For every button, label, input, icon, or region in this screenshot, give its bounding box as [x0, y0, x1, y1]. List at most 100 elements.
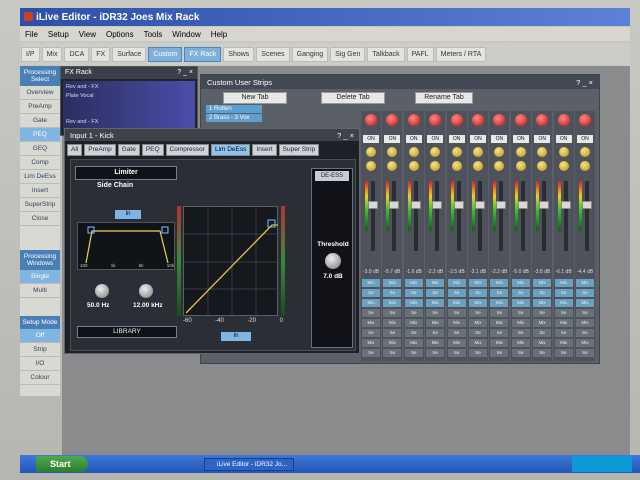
menu-window[interactable]: Window: [167, 30, 205, 39]
gain-knob[interactable]: [366, 147, 376, 157]
fader-cap[interactable]: [517, 201, 528, 209]
sidebar-item-superstrip[interactable]: SuperStrip: [20, 198, 60, 212]
strip-cell[interactable]: Se: [533, 349, 552, 357]
strip-cell[interactable]: Mix: [533, 299, 552, 307]
tab-insert[interactable]: Insert: [252, 144, 277, 156]
strip-cell[interactable]: Se: [426, 329, 445, 337]
strip-cell[interactable]: Se: [404, 309, 423, 317]
strip-cell[interactable]: Mix: [447, 299, 466, 307]
mute-led-icon[interactable]: [450, 114, 463, 126]
strip-cell[interactable]: Mix: [362, 299, 380, 307]
toolbar-ip[interactable]: I/P: [21, 46, 40, 62]
strip-cell[interactable]: Mix: [426, 339, 445, 347]
mute-led-icon[interactable]: [386, 114, 399, 126]
strip-cell[interactable]: Mix: [511, 279, 530, 287]
tab-super-strip[interactable]: Super Strip: [278, 144, 320, 156]
toolbar-meters-rta[interactable]: Meters / RTA: [435, 46, 487, 62]
fader-track[interactable]: [585, 181, 589, 251]
on-button[interactable]: ON: [384, 135, 401, 143]
sidebar-item-off[interactable]: Off: [20, 329, 60, 343]
gain-knob[interactable]: [451, 147, 462, 157]
on-button[interactable]: ON: [427, 135, 444, 143]
delete-tab-button[interactable]: Delete Tab: [321, 92, 385, 104]
menu-options[interactable]: Options: [101, 30, 139, 39]
on-button[interactable]: ON: [405, 135, 422, 143]
pan-knob[interactable]: [537, 161, 548, 171]
gain-knob[interactable]: [430, 147, 441, 157]
strip-cell[interactable]: Se: [404, 349, 423, 357]
side-chain-in-button[interactable]: In: [115, 210, 141, 219]
strip-cell[interactable]: Mix: [576, 279, 594, 287]
fader-cap[interactable]: [539, 201, 550, 209]
pan-knob[interactable]: [558, 161, 569, 171]
strip-cell[interactable]: Mix: [469, 279, 487, 287]
strip-cell[interactable]: Mix: [383, 279, 402, 287]
strip-cell[interactable]: Mix: [511, 319, 530, 327]
strip-cell[interactable]: Se: [447, 309, 466, 317]
strip-cell[interactable]: Mix: [426, 279, 445, 287]
menu-view[interactable]: View: [74, 30, 101, 39]
mute-led-icon[interactable]: [536, 114, 549, 126]
strip-cell[interactable]: Se: [576, 349, 594, 357]
pan-knob[interactable]: [430, 161, 441, 171]
strip-cell[interactable]: Se: [490, 289, 509, 297]
fader-track[interactable]: [435, 181, 440, 251]
mute-led-icon[interactable]: [557, 114, 570, 126]
strip-cell[interactable]: Mix: [447, 339, 466, 347]
on-button[interactable]: ON: [470, 135, 486, 143]
mute-led-icon[interactable]: [493, 114, 506, 126]
fader-track[interactable]: [392, 181, 397, 251]
strip-cell[interactable]: Se: [383, 309, 402, 317]
mute-led-icon[interactable]: [514, 114, 527, 126]
fader-track[interactable]: [456, 181, 461, 251]
strip-cell[interactable]: Mix: [576, 319, 594, 327]
sidebar-item-overview[interactable]: Overview: [20, 86, 60, 100]
strip-cell[interactable]: Mix: [469, 319, 487, 327]
sidebar-item-insert[interactable]: Insert: [20, 184, 60, 198]
limiter-button[interactable]: Limiter: [75, 166, 177, 180]
strip-cell[interactable]: Mix: [404, 319, 423, 327]
fader-cap[interactable]: [432, 201, 443, 209]
fader-track[interactable]: [371, 181, 375, 251]
strip-cell[interactable]: Se: [426, 289, 445, 297]
on-button[interactable]: ON: [491, 135, 508, 143]
tab-peq[interactable]: PEQ: [141, 144, 164, 156]
pan-knob[interactable]: [580, 161, 590, 171]
strip-cell[interactable]: Mix: [362, 339, 380, 347]
strip-cell[interactable]: Mix: [362, 279, 380, 287]
strip-cell[interactable]: Se: [490, 309, 509, 317]
mute-led-icon[interactable]: [429, 114, 442, 126]
strip-cell[interactable]: Mix: [554, 319, 573, 327]
strip-cell[interactable]: Mix: [469, 299, 487, 307]
sidebar-item-geq[interactable]: GEQ: [20, 142, 60, 156]
strip-cell[interactable]: Se: [383, 289, 402, 297]
strip-cell[interactable]: Se: [447, 329, 466, 337]
strip-cell[interactable]: Se: [554, 349, 573, 357]
strip-cell[interactable]: Mix: [469, 339, 487, 347]
strip-cell[interactable]: Se: [533, 309, 552, 317]
mute-led-icon[interactable]: [365, 114, 377, 126]
strip-cell[interactable]: Se: [554, 329, 573, 337]
strip-cell[interactable]: Se: [469, 289, 487, 297]
strip-cell[interactable]: Se: [554, 289, 573, 297]
strip-cell[interactable]: Mix: [511, 299, 530, 307]
fader-track[interactable]: [563, 181, 568, 251]
strip-cell[interactable]: Mix: [426, 299, 445, 307]
gain-knob[interactable]: [408, 147, 419, 157]
toolbar-ganging[interactable]: Ganging: [291, 46, 329, 62]
toolbar-fx[interactable]: FX: [91, 46, 111, 62]
strip-cell[interactable]: Mix: [490, 279, 509, 287]
on-button[interactable]: ON: [448, 135, 465, 143]
strip-cell[interactable]: Se: [511, 329, 530, 337]
menu-help[interactable]: Help: [206, 30, 232, 39]
strip-cell[interactable]: Se: [533, 289, 552, 297]
strip-cell[interactable]: Mix: [362, 319, 380, 327]
strip-cell[interactable]: Mix: [490, 319, 509, 327]
sidebar-item-close[interactable]: Close: [20, 212, 60, 226]
strip-cell[interactable]: Se: [511, 349, 530, 357]
fader-track[interactable]: [542, 181, 547, 251]
strip-cell[interactable]: Se: [362, 349, 380, 357]
rename-tab-button[interactable]: Rename Tab: [415, 92, 473, 104]
fader-cap[interactable]: [560, 201, 571, 209]
strip-cell[interactable]: Se: [426, 309, 445, 317]
